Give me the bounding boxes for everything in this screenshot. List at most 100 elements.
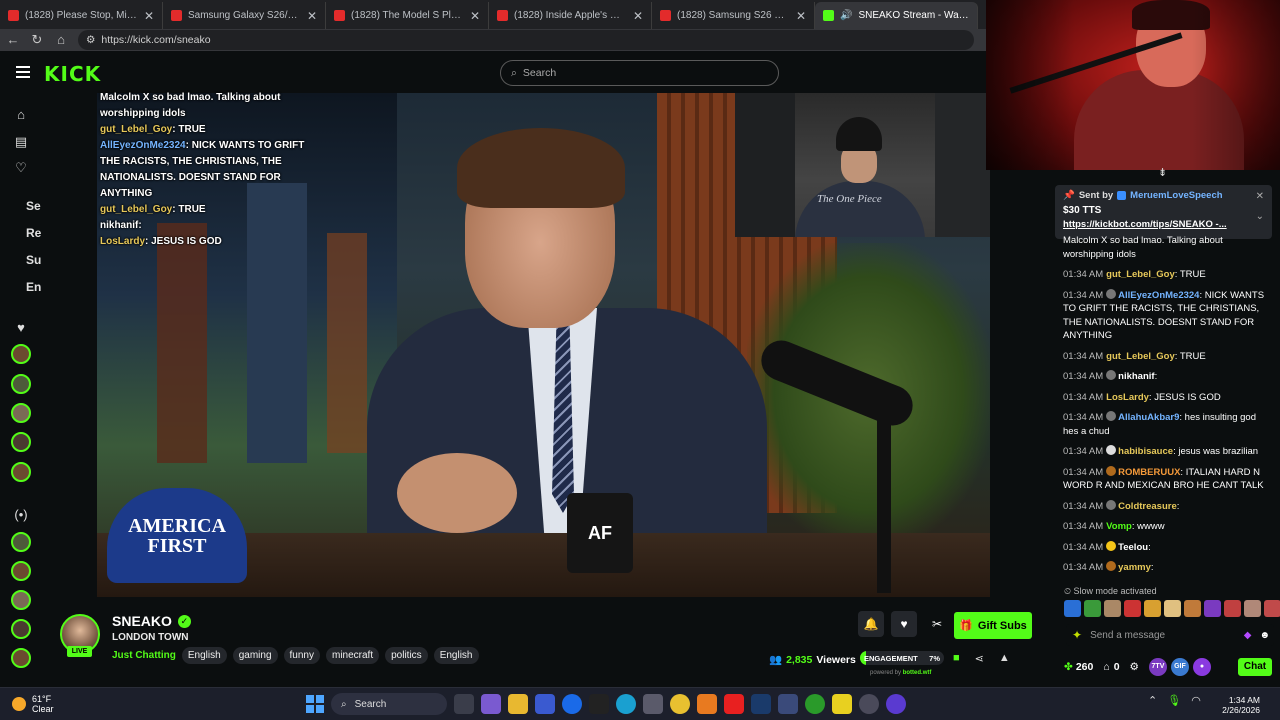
site-info-icon[interactable]: ⚙: [86, 34, 95, 46]
browse-icon[interactable]: ▤: [13, 134, 29, 150]
emoji-icon[interactable]: ☻: [1259, 630, 1270, 641]
stream-tag[interactable]: minecraft: [325, 647, 380, 664]
facebook-icon[interactable]: [562, 694, 582, 714]
kick-logo[interactable]: KICK: [44, 62, 101, 86]
store-icon[interactable]: [535, 694, 555, 714]
followed-channel-avatar[interactable]: [11, 374, 31, 394]
chat-username[interactable]: gut_Lebel_Goy: [1106, 269, 1175, 280]
browser-tab-active[interactable]: 🔊 SNEAKO Stream - Watch Live: [815, 2, 978, 29]
sidebar-item-label[interactable]: Su: [26, 253, 41, 267]
microphone-icon[interactable]: 🎙: [1167, 694, 1181, 707]
recommended-channel-avatar[interactable]: [11, 619, 31, 639]
chrome-icon[interactable]: [670, 694, 690, 714]
bttv-icon[interactable]: ●: [1192, 658, 1211, 676]
sidebar-item-label[interactable]: Se: [26, 199, 41, 213]
url-field[interactable]: ⚙ https://kick.com/sneako: [78, 30, 974, 50]
emote[interactable]: [1164, 600, 1181, 617]
gift-subs-button[interactable]: 🎁 Gift Subs: [954, 612, 1032, 639]
sidebar-item-label[interactable]: Re: [26, 226, 41, 240]
taskbar-search[interactable]: ⌕ Search: [331, 693, 447, 715]
chat-message[interactable]: 01:34 AM AllEyezOnMe2324: NICK WANTS TO G…: [1063, 288, 1268, 343]
chat-message[interactable]: 01:34 AM Teelou:: [1063, 540, 1268, 555]
emote[interactable]: [1184, 600, 1201, 617]
chat-username[interactable]: yammy: [1118, 562, 1151, 573]
chat-username[interactable]: nikhanif: [1118, 371, 1154, 382]
windows-start-icon[interactable]: [306, 695, 324, 713]
close-icon[interactable]: ✕: [633, 9, 643, 23]
followed-channel-avatar[interactable]: [11, 462, 31, 482]
app-icon[interactable]: [886, 694, 906, 714]
close-icon[interactable]: ✕: [307, 9, 317, 23]
vpn-icon[interactable]: [778, 694, 798, 714]
chat-username[interactable]: AllahuAkbar9: [1118, 412, 1179, 423]
close-icon[interactable]: ✕: [144, 9, 154, 23]
emote[interactable]: [1224, 600, 1241, 617]
recommended-channel-avatar[interactable]: [11, 590, 31, 610]
reload-icon[interactable]: ↻: [30, 33, 44, 47]
recommended-channel-avatar[interactable]: [11, 561, 31, 581]
copilot-icon[interactable]: [481, 694, 501, 714]
back-icon[interactable]: ←: [6, 33, 20, 47]
emote[interactable]: [1084, 600, 1101, 617]
emote[interactable]: [1064, 600, 1081, 617]
unpin-icon[interactable]: ✕: [1256, 191, 1264, 202]
following-heart-icon[interactable]: ♡: [13, 160, 29, 176]
clip-icon[interactable]: ✂: [924, 611, 950, 637]
chat-username[interactable]: Teelou: [1118, 542, 1148, 553]
xbox-icon[interactable]: [805, 694, 825, 714]
stream-tag[interactable]: English: [433, 647, 479, 664]
recommended-channel-avatar[interactable]: [11, 532, 31, 552]
sticky-notes-icon[interactable]: [832, 694, 852, 714]
chat-message[interactable]: 01:34 AM ROMBERUUX: ITALIAN HARD N WORD R…: [1063, 465, 1268, 493]
report-icon[interactable]: ▲: [999, 652, 1010, 665]
close-icon[interactable]: ✕: [470, 9, 480, 23]
tray-overflow-icon[interactable]: ⌃: [1148, 694, 1157, 707]
collapse-chat-icon[interactable]: ⇟: [1158, 166, 1167, 179]
followed-channel-avatar[interactable]: [11, 432, 31, 452]
browser-tab-5[interactable]: (1828) Samsung S26 Ultra Hands-on ✕: [652, 2, 815, 29]
emote[interactable]: [1244, 600, 1261, 617]
emote[interactable]: [1144, 600, 1161, 617]
browser-tab-1[interactable]: (1828) Please Stop, Microsoft... - YouTu…: [0, 2, 163, 29]
hamburger-menu-icon[interactable]: [16, 66, 30, 78]
stream-tag[interactable]: funny: [283, 647, 320, 664]
browser-tab-4[interactable]: (1828) Inside Apple's Multibillion... ✕: [489, 2, 652, 29]
chat-input[interactable]: ✦ Send a message ◆ ☻: [1066, 624, 1274, 646]
edge-icon[interactable]: [616, 694, 636, 714]
home-icon[interactable]: ⌂: [54, 33, 68, 47]
pinned-sender[interactable]: MeruemLoveSpeech: [1130, 190, 1222, 201]
recommended-channel-avatar[interactable]: [11, 648, 31, 668]
extension-icon[interactable]: ■: [953, 652, 960, 665]
chat-message[interactable]: 01:34 AM Vomp: wwww: [1063, 520, 1268, 534]
gift-icon[interactable]: ⌂: [1103, 661, 1109, 673]
chat-message[interactable]: 01:34 AM yammy:: [1063, 561, 1268, 575]
search-input[interactable]: ⌕ Search: [500, 60, 779, 86]
sparkle-icon[interactable]: ✦: [1072, 628, 1082, 642]
file-explorer-icon[interactable]: [508, 694, 528, 714]
chevron-down-icon[interactable]: ⌄: [1256, 211, 1264, 222]
share-icon[interactable]: ⋖: [975, 652, 984, 665]
emote[interactable]: [1124, 600, 1141, 617]
chat-message[interactable]: 01:34 AM Coldtreasure:: [1063, 499, 1268, 514]
browser-tab-3[interactable]: (1828) The Model S Plaid Walked... ✕: [326, 2, 489, 29]
stream-tag[interactable]: gaming: [232, 647, 278, 664]
system-clock[interactable]: 1:34 AM 2/26/2026: [1200, 695, 1260, 715]
weather-widget[interactable]: 61°F Clear: [12, 694, 54, 714]
obs-icon[interactable]: [859, 694, 879, 714]
chat-username[interactable]: Vomp: [1106, 521, 1132, 532]
chat-username[interactable]: gut_Lebel_Goy: [1106, 351, 1175, 362]
chat-message[interactable]: 01:34 AM LosLardy: JESUS IS GOD: [1063, 391, 1268, 405]
steam-icon[interactable]: [751, 694, 771, 714]
pinned-message[interactable]: 📌 Sent by MeruemLoveSpeech $30 TTS https…: [1055, 185, 1272, 239]
speaker-icon[interactable]: 🔊: [840, 10, 852, 21]
channel-name[interactable]: SNEAKO: [112, 613, 172, 629]
chat-message[interactable]: 01:34 AM gut_Lebel_Goy: TRUE: [1063, 268, 1268, 282]
emote[interactable]: [1204, 600, 1221, 617]
youtube-icon[interactable]: [724, 694, 744, 714]
follow-heart-icon[interactable]: ♥: [891, 611, 917, 637]
pinned-link[interactable]: https://kickbot.com/tips/SNEAKO -...: [1063, 219, 1264, 230]
chat-message[interactable]: Malcolm X so bad lmao. Talking about wor…: [1063, 234, 1268, 261]
amazon-icon[interactable]: [589, 694, 609, 714]
chat-message[interactable]: 01:34 AM AllahuAkbar9: hes insulting god …: [1063, 411, 1268, 438]
channel-points-icon[interactable]: ✤: [1064, 661, 1073, 673]
